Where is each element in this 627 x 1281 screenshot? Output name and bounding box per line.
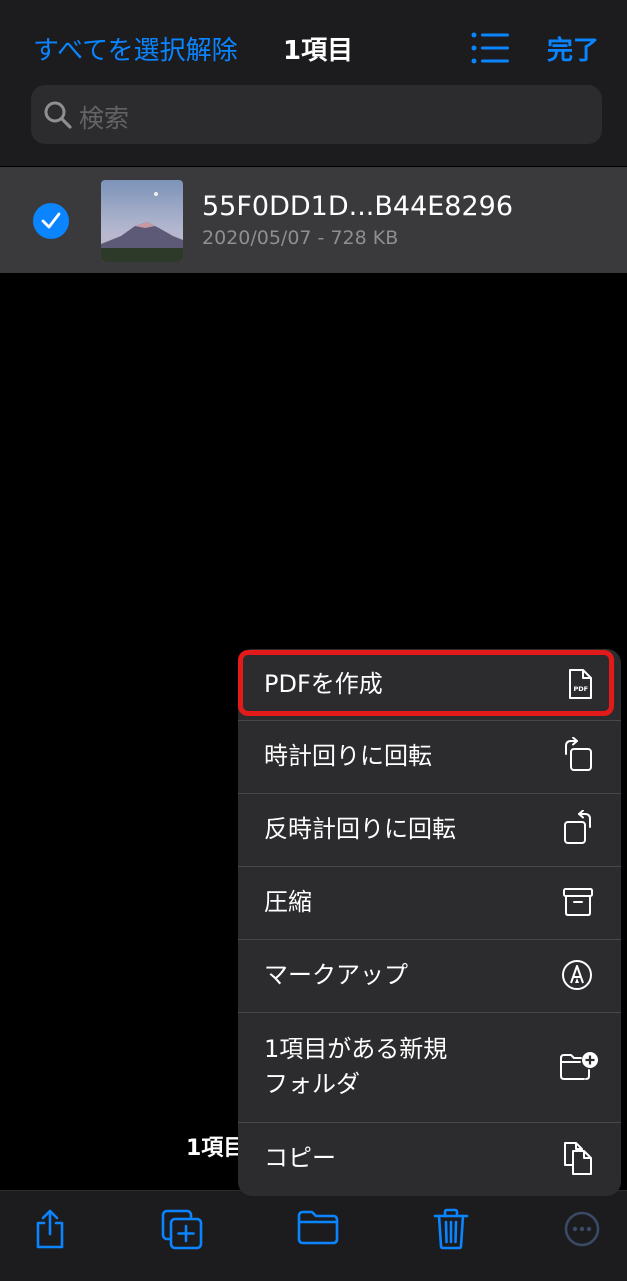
file-name: 55F0DD1D...B44E8296 <box>202 191 514 222</box>
done-button[interactable]: 完了 <box>547 30 599 67</box>
menu-item-copy[interactable]: コピー <box>238 1123 621 1196</box>
menu-item-create-pdf[interactable]: PDFを作成 PDF <box>238 649 621 721</box>
menu-item-new-folder[interactable]: 1項目がある新規 フォルダ <box>238 1013 621 1123</box>
context-menu: PDFを作成 PDF 時計回りに回転 反時計回りに回転 圧縮 マークアップ 1項… <box>238 649 621 1196</box>
duplicate-icon[interactable] <box>160 1208 204 1254</box>
more-icon[interactable] <box>563 1208 601 1254</box>
file-meta: 2020/05/07 - 728 KB <box>202 227 399 249</box>
markup-pen-icon <box>561 959 593 995</box>
search-icon <box>44 101 72 129</box>
move-folder-icon[interactable] <box>296 1208 340 1250</box>
menu-item-compress[interactable]: 圧縮 <box>238 867 621 940</box>
share-icon[interactable] <box>33 1208 67 1254</box>
rotate-right-icon <box>563 736 593 777</box>
page-title: 1項目 <box>283 36 354 66</box>
deselect-all-button[interactable]: すべてを選択解除 <box>33 30 238 67</box>
checkmark-icon[interactable] <box>33 203 69 239</box>
pdf-doc-icon: PDF <box>567 668 593 704</box>
menu-item-markup[interactable]: マークアップ <box>238 940 621 1013</box>
item-count: 1項目 <box>186 1136 246 1161</box>
rotate-left-icon <box>563 809 593 850</box>
menu-item-rotate-left[interactable]: 反時計回りに回転 <box>238 794 621 867</box>
svg-text:PDF: PDF <box>574 685 589 693</box>
search-placeholder: 検索 <box>79 104 130 133</box>
new-folder-icon <box>559 1051 599 1087</box>
copy-docs-icon <box>563 1140 593 1180</box>
file-thumbnail <box>101 180 183 262</box>
list-view-icon[interactable] <box>470 30 512 66</box>
archive-box-icon <box>563 887 593 921</box>
search-input[interactable]: 検索 <box>31 85 602 144</box>
trash-icon[interactable] <box>433 1208 469 1254</box>
menu-item-rotate-right[interactable]: 時計回りに回転 <box>238 721 621 794</box>
